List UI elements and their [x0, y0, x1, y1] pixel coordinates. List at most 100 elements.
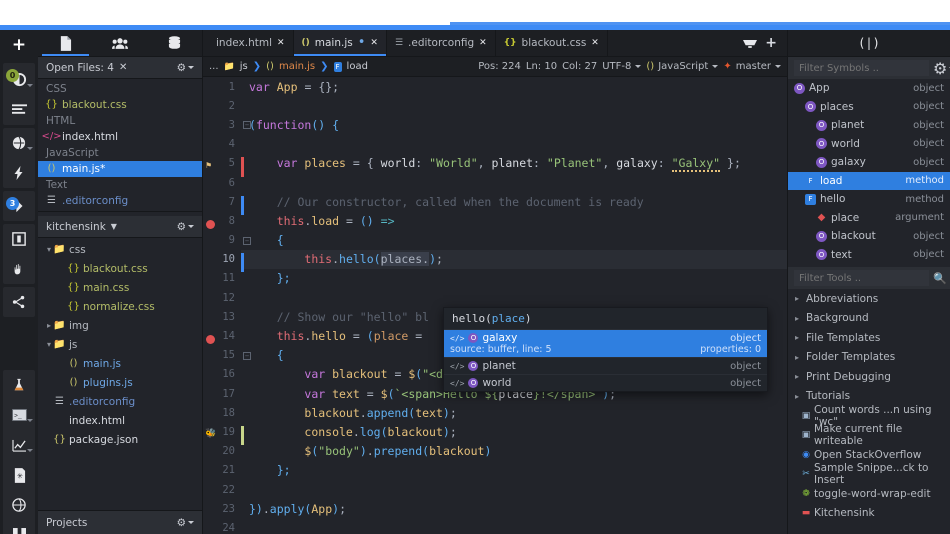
autocomplete-item-galaxy[interactable]: </> O galaxy object source: buffer, line… — [444, 329, 767, 357]
css-icon: {} — [67, 281, 80, 293]
snippet-icon[interactable]: ✳ — [3, 460, 35, 490]
tree-node-normalize-css[interactable]: {} normalize.css — [38, 297, 202, 316]
chevron-right-icon[interactable]: ▸ — [792, 372, 802, 381]
bookmark-icon[interactable]: ⚑ — [206, 161, 211, 171]
tool-row-toggle-word-wrap-edit[interactable]: ❁ toggle-word-wrap-edit — [788, 484, 950, 504]
editor-tab-index-html[interactable]: index.html ✕ — [203, 30, 294, 56]
tree-node--editorconfig[interactable]: ☰ .editorconfig — [38, 392, 202, 411]
plus-icon[interactable]: + — [765, 35, 777, 51]
symbol-row-planet[interactable]: Oplanet object — [788, 116, 950, 135]
breadcrumb-ellipsis[interactable]: ... — [209, 61, 219, 72]
tree-node-package-json[interactable]: {} package.json — [38, 430, 202, 449]
chevron-right-icon[interactable]: ▸ — [792, 333, 802, 342]
chevron-right-icon[interactable]: ▸ — [792, 294, 802, 303]
breadcrumb-mainjs[interactable]: main.js — [279, 61, 315, 72]
fold-toggle[interactable]: − — [243, 236, 251, 245]
status-branch[interactable]: ✦ master — [723, 61, 781, 72]
symbol-row-world[interactable]: Oworld object — [788, 135, 950, 154]
close-icon[interactable]: ✕ — [370, 38, 378, 48]
github-icon[interactable]: 3 — [3, 191, 35, 221]
lightning-icon[interactable] — [3, 158, 35, 188]
editor-tab-main-js[interactable]: () main.js • ✕ — [293, 30, 387, 56]
symbol-row-app[interactable]: O App object — [788, 79, 950, 98]
tool-row-file-templates[interactable]: ▸ File Templates — [788, 328, 950, 348]
tree-node-css[interactable]: ▾ 📁 css — [38, 240, 202, 259]
panel-bottom-icon[interactable] — [743, 34, 758, 53]
symbol-row-text[interactable]: Otext object — [788, 246, 950, 265]
open-file-editorconfig[interactable]: ☰ .editorconfig — [38, 193, 202, 209]
tab-files[interactable] — [38, 30, 93, 56]
symbol-row-blackout[interactable]: Oblackout object — [788, 227, 950, 246]
globe-icon[interactable] — [3, 128, 35, 158]
tree-node-blackout-css[interactable]: {} blackout.css — [38, 259, 202, 278]
tree-node-main-css[interactable]: {} main.css — [38, 278, 202, 297]
flask-icon[interactable] — [3, 370, 35, 400]
fold-toggle[interactable]: − — [243, 351, 251, 360]
filter-tools-input[interactable] — [794, 270, 929, 286]
tool-row-background[interactable]: ▸ Background — [788, 309, 950, 329]
autocomplete-popup[interactable]: hello(place) </> O galaxy object source:… — [443, 307, 768, 392]
symbol-row-hello[interactable]: Fhello method — [788, 190, 950, 209]
book-icon[interactable] — [3, 520, 35, 534]
tree-node-img[interactable]: ▸ 📁 img — [38, 316, 202, 335]
projects-footer[interactable]: Projects ⚙ — [38, 510, 202, 534]
line-number: 23 — [222, 502, 235, 515]
tool-row-print-debugging[interactable]: ▸ Print Debugging — [788, 367, 950, 387]
terminal-brace-icon[interactable]: (|) — [858, 36, 880, 50]
editor-tab-blackout-css[interactable]: {} blackout.css ✕ — [496, 30, 608, 56]
tree-node-index-html[interactable]: index.html — [38, 411, 202, 430]
chevron-right-icon[interactable]: ▸ — [792, 314, 802, 323]
git-diff-icon[interactable]: 0 — [3, 63, 35, 95]
code-editor[interactable]: 1 var App = {}; 2 3 (function() {−4 ⚑ 5 var … — [203, 77, 787, 534]
gear-icon[interactable]: ⚙ — [177, 221, 194, 233]
open-file-index-html[interactable]: </> index.html — [38, 129, 202, 145]
search-icon[interactable]: 🔍 — [933, 272, 947, 285]
tree-node-plugins-js[interactable]: () plugins.js — [38, 373, 202, 392]
symbol-row-place[interactable]: ◆ place argument — [788, 209, 950, 228]
tab-team[interactable] — [93, 30, 148, 56]
tree-node-main-js[interactable]: () main.js — [38, 354, 202, 373]
tool-row-abbreviations[interactable]: ▸ Abbreviations — [788, 289, 950, 309]
symbol-row-load[interactable]: Fload method — [788, 171, 950, 190]
symbol-row-places[interactable]: Oplaces object — [788, 98, 950, 117]
symbol-row-galaxy[interactable]: Ogalaxy object — [788, 153, 950, 172]
editor-tab--editorconfig[interactable]: ☰ .editorconfig ✕ — [387, 30, 496, 56]
tool-row-make-current-file-writeable[interactable]: ▣ Make current file writeable — [788, 423, 950, 447]
close-icon[interactable]: ✕ — [277, 38, 285, 48]
close-icon[interactable]: ✕ — [119, 62, 127, 73]
tab-database[interactable] — [147, 30, 202, 56]
terminal-icon[interactable]: >_ — [3, 400, 35, 430]
browser-icon[interactable] — [3, 490, 35, 520]
status-encoding[interactable]: UTF-8 — [602, 61, 642, 72]
filter-symbols-input[interactable] — [794, 60, 929, 76]
autocomplete-item-planet[interactable]: </> O planet object — [444, 357, 767, 374]
gear-icon[interactable]: ⚙ — [933, 59, 950, 78]
fold-toggle[interactable]: − — [243, 121, 251, 130]
project-name[interactable]: kitchensink — [46, 221, 106, 233]
close-icon[interactable]: ✕ — [591, 38, 599, 48]
open-file-main-js[interactable]: () main.js* — [38, 161, 202, 177]
chevron-right-icon[interactable]: ▸ — [792, 353, 802, 362]
chevron-right-icon[interactable]: ▸ — [792, 392, 802, 401]
list-icon[interactable] — [3, 95, 35, 125]
tool-row-kitchensink[interactable]: ▬ Kitchensink — [788, 504, 950, 524]
share-icon[interactable] — [3, 287, 35, 317]
breadcrumb-js[interactable]: js — [240, 61, 248, 72]
autocomplete-item-world[interactable]: </> O world object — [444, 374, 767, 391]
bug-icon[interactable]: 🐝 — [205, 429, 216, 439]
chart-icon[interactable] — [3, 430, 35, 460]
hand-icon[interactable] — [3, 254, 35, 284]
panel-icon[interactable] — [3, 224, 35, 254]
breakpoint-icon[interactable] — [206, 335, 215, 345]
tool-row-sample-snippe---ck-to-insert[interactable]: ✂ Sample Snippe...ck to Insert — [788, 462, 950, 486]
status-grammar[interactable]: () JavaScript — [646, 61, 719, 72]
tool-row-folder-templates[interactable]: ▸ Folder Templates — [788, 348, 950, 368]
gear-icon[interactable]: ⚙ — [177, 62, 194, 74]
close-icon[interactable]: ✕ — [479, 38, 487, 48]
add-panel-button[interactable]: + — [0, 30, 38, 60]
breakpoint-icon[interactable] — [206, 219, 215, 229]
gear-icon[interactable]: ⚙ — [177, 517, 194, 529]
breadcrumb-load[interactable]: load — [347, 61, 368, 72]
tree-node-js[interactable]: ▾ 📁 js — [38, 335, 202, 354]
open-file-blackout-css[interactable]: {} blackout.css — [38, 97, 202, 113]
